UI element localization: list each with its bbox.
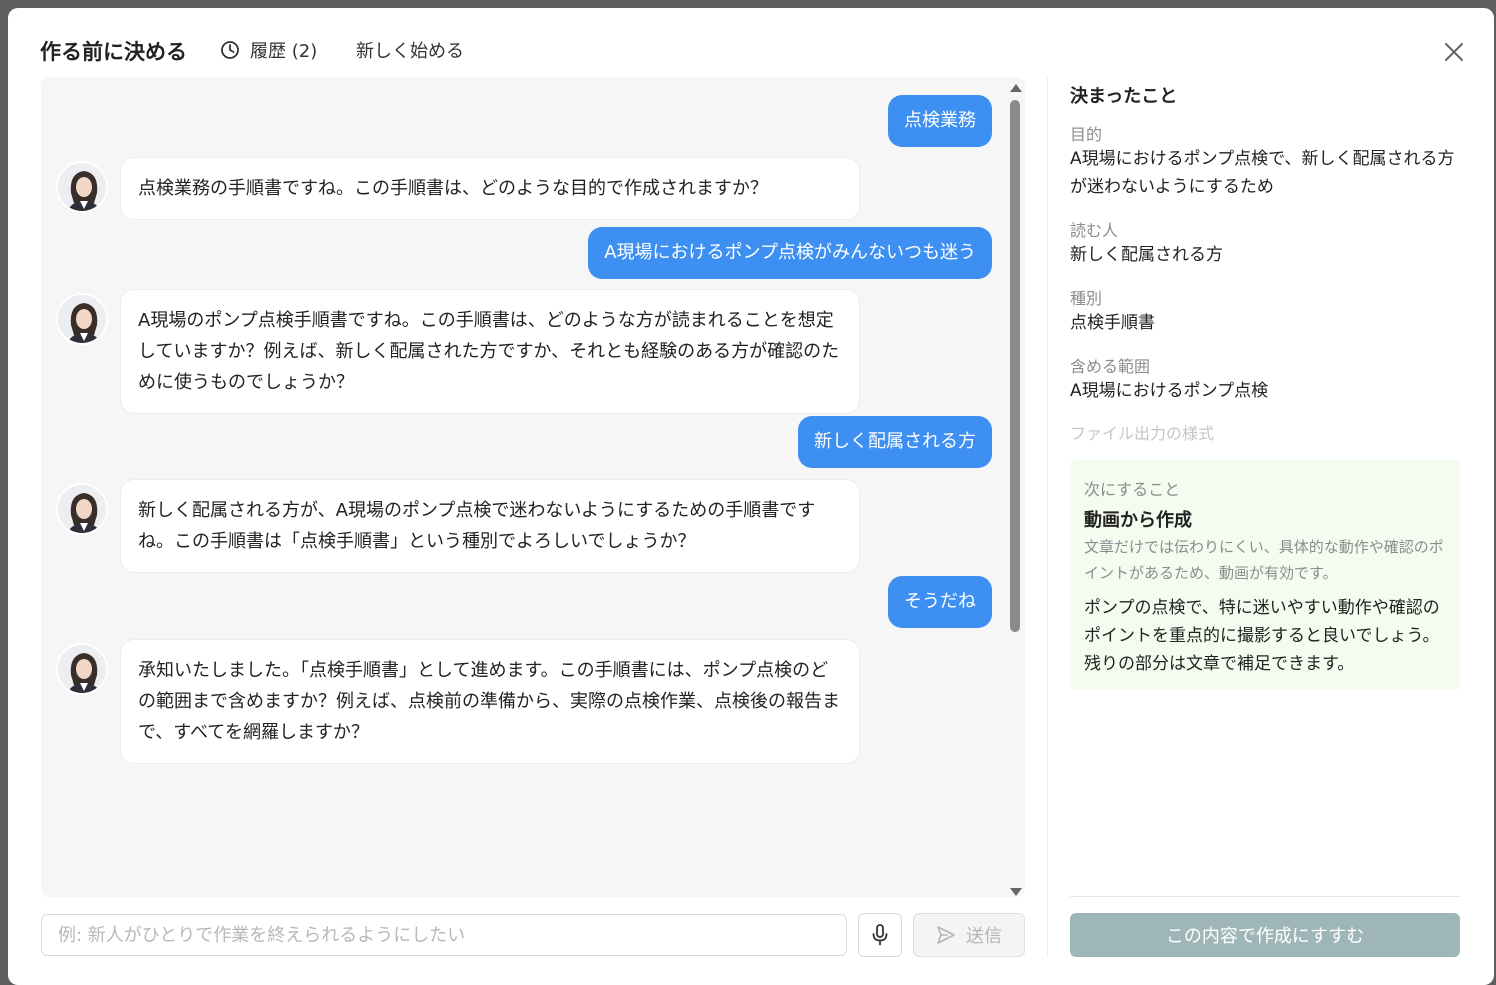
decided-section-title: 決まったこと [1070, 86, 1178, 107]
next-step-reason: 文章だけでは伝わりにくい、具体的な動作や確認のポイントがあるため、動画が有効です… [1084, 538, 1444, 582]
chat-scrollbar[interactable] [1008, 84, 1022, 896]
next-step-title: 動画から作成 [1084, 510, 1192, 531]
history-icon [221, 41, 239, 59]
user-message: A現場におけるポンプ点検がみんないつも迷う [588, 227, 992, 279]
scroll-thumb[interactable] [1010, 100, 1020, 632]
purpose-label: 目的 [1070, 125, 1103, 144]
next-step-detail: ポンプの点検で、特に迷いやすい動作や確認のポイントを重点的に撮影すると良いでしょ… [1084, 598, 1440, 674]
dialog-header: 作る前に決める 履歴 (2) 新しく始める [8, 8, 1494, 86]
panel-divider [1047, 77, 1048, 957]
dialog-title: 作る前に決める [40, 40, 187, 64]
scroll-up-arrow-icon[interactable] [1010, 84, 1022, 92]
output-format-label: ファイル出力の様式 [1070, 424, 1215, 443]
assistant-message: 新しく配属される方が、A現場のポンプ点検で迷わないようにするための手順書ですね。… [120, 479, 860, 573]
history-label: 履歴 (2) [250, 41, 318, 62]
assistant-avatar [56, 161, 108, 213]
scroll-down-arrow-icon[interactable] [1010, 888, 1022, 896]
assistant-avatar [56, 483, 108, 535]
assistant-avatar [56, 643, 108, 695]
type-value: 点検手順書 [1070, 313, 1155, 333]
footer-divider [1070, 896, 1460, 897]
next-step-card: 次にすること 動画から作成 文章だけでは伝わりにくい、具体的な動作や確認のポイン… [1070, 460, 1460, 690]
user-message: そうだね [888, 576, 992, 628]
assistant-message: A現場のポンプ点検手順書ですね。この手順書は、どのような方が読まれることを想定し… [120, 289, 860, 414]
decision-dialog: 作る前に決める 履歴 (2) 新しく始める 点検業務 点検業務の手順書ですね。こ… [8, 8, 1494, 985]
scope-label: 含める範囲 [1070, 357, 1151, 376]
history-button[interactable]: 履歴 (2) [220, 37, 317, 63]
user-message: 新しく配属される方 [798, 416, 992, 468]
next-step-label: 次にすること [1084, 480, 1181, 499]
scope-value: A現場におけるポンプ点検 [1070, 381, 1269, 401]
proceed-to-create-button[interactable]: この内容で作成にすすむ [1070, 913, 1460, 957]
send-icon [937, 926, 955, 944]
close-icon[interactable] [1442, 40, 1466, 64]
reader-label: 読む人 [1070, 221, 1119, 240]
assistant-message: 点検業務の手順書ですね。この手順書は、どのような目的で作成されますか？ [120, 157, 860, 220]
purpose-value: A現場におけるポンプ点検で、新しく配属される方が迷わないようにするため [1070, 149, 1455, 197]
new-start-button[interactable]: 新しく始める [356, 37, 464, 63]
send-label: 送信 [966, 926, 1002, 947]
assistant-avatar [56, 293, 108, 345]
type-label: 種別 [1070, 289, 1103, 308]
mic-button[interactable] [858, 913, 902, 957]
assistant-message: 承知いたしました。「点検手順書」として進めます。この手順書には、ポンプ点検のどの… [120, 639, 860, 764]
user-message: 点検業務 [888, 95, 992, 147]
send-button[interactable]: 送信 [913, 913, 1025, 957]
reader-value: 新しく配属される方 [1070, 245, 1223, 265]
message-input[interactable] [41, 914, 847, 956]
microphone-icon [872, 924, 888, 946]
